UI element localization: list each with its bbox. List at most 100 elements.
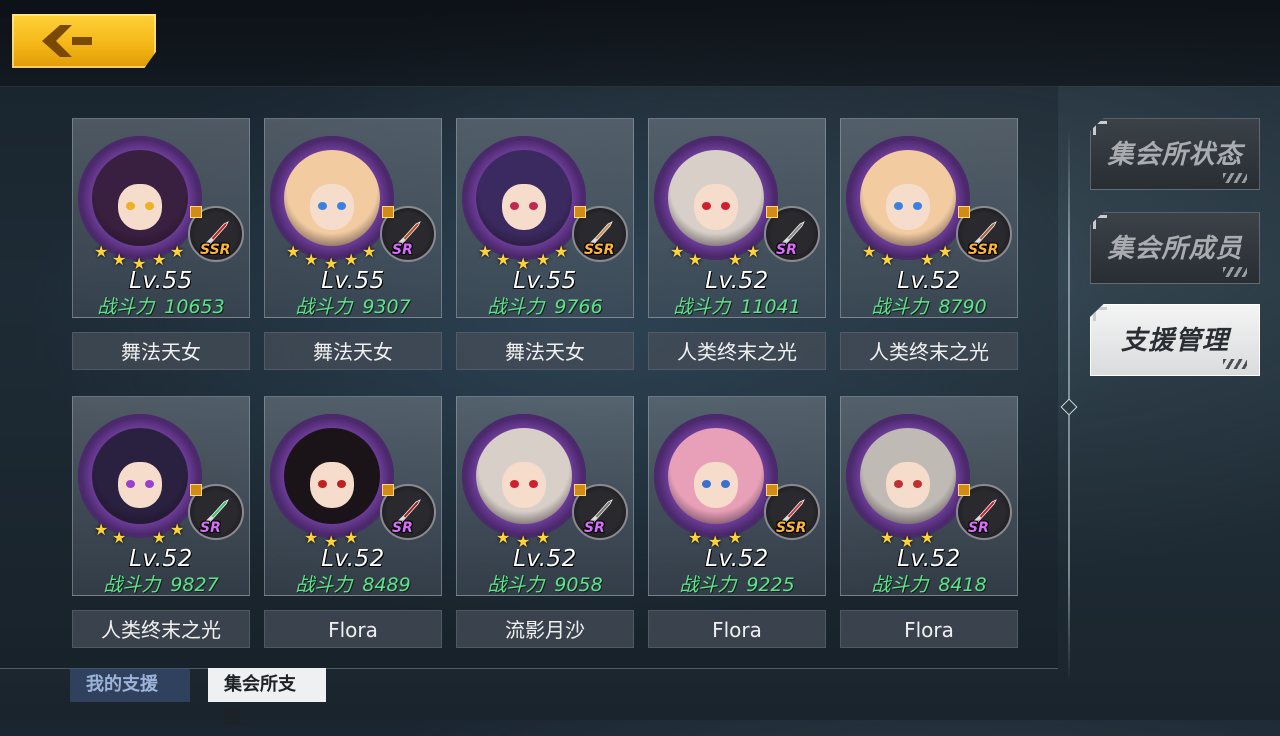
combat-power-label: 战斗力 [487, 574, 545, 596]
equip-marker-icon [766, 206, 778, 218]
rarity-label: SR [392, 242, 413, 258]
tab-club-support[interactable]: 集会所支援 [208, 668, 326, 729]
character-card[interactable]: ★ ★ ★ SR Lv.52 战斗力 8418 [840, 396, 1018, 596]
star-rating: ★ ★ ★ [282, 520, 386, 550]
face [502, 462, 546, 508]
eye [337, 202, 346, 210]
combat-power-label: 战斗力 [97, 296, 155, 318]
star-icon: ★ [344, 250, 359, 269]
side-menu-support-management[interactable]: 支援管理 [1090, 304, 1260, 376]
combat-power-label: 战斗力 [871, 574, 929, 596]
star-icon: ★ [746, 242, 761, 261]
side-menu-label: 集会所状态 [1107, 140, 1243, 170]
player-name-plate: Flora [840, 610, 1018, 648]
combat-power: 战斗力 11041 [648, 292, 826, 319]
star-icon: ★ [920, 528, 935, 547]
character-card[interactable]: ★ ★ ★ SSR Lv.52 战斗力 9225 [648, 396, 826, 596]
character-card[interactable]: ★ ★ ★ SR Lv.52 战斗力 8489 [264, 396, 442, 596]
player-name-plate: 人类终末之光 [648, 332, 826, 370]
character-portrait [476, 150, 572, 246]
star-icon: ★ [304, 528, 319, 547]
character-portrait [860, 428, 956, 524]
star-icon: ★ [304, 250, 319, 269]
equip-marker-icon [574, 206, 586, 218]
side-menu-club-status[interactable]: 集会所状态 [1090, 118, 1260, 190]
side-menu-club-members[interactable]: 集会所成员 [1090, 212, 1260, 284]
character-portrait [92, 150, 188, 246]
divider-diamond [1060, 398, 1078, 416]
equip-marker-icon [382, 206, 394, 218]
eye [337, 480, 346, 488]
eye [702, 202, 711, 210]
star-rating: ★ ★ ★ ★ ★ [282, 242, 386, 272]
star-rating: ★ ★ ★ ★ [858, 242, 962, 268]
combat-power-label: 战斗力 [295, 574, 353, 596]
star-icon: ★ [880, 528, 895, 547]
combat-power-value: 9827 [170, 574, 219, 596]
combat-power-value: 10653 [164, 296, 225, 318]
face [310, 462, 354, 508]
character-card[interactable]: ★ ★ ★ ★ ★ SSR Lv.55 战斗力 10653 [72, 118, 250, 318]
combat-power-value: 8790 [938, 296, 987, 318]
player-name-plate: 舞法天女 [72, 332, 250, 370]
level-label: Lv.55 [129, 268, 193, 294]
combat-power: 战斗力 8790 [840, 292, 1018, 319]
side-menu-label: 支援管理 [1120, 326, 1229, 356]
combat-power-value: 8489 [362, 574, 411, 596]
tab-label: 集会所支援 [224, 674, 296, 729]
star-icon: ★ [880, 250, 895, 269]
eye [894, 202, 903, 210]
character-portrait [860, 150, 956, 246]
combat-power-value: 8418 [938, 574, 987, 596]
player-name-plate: Flora [264, 610, 442, 648]
tab-my-support[interactable]: 我的支援 [70, 668, 190, 702]
rarity-label: SR [392, 520, 413, 536]
character-card[interactable]: ★ ★ ★ ★ SR Lv.52 战斗力 9827 [72, 396, 250, 596]
chevron-left-icon [42, 25, 92, 57]
rarity-label: SR [968, 520, 989, 536]
combat-power: 战斗力 9307 [264, 292, 442, 319]
star-icon: ★ [94, 520, 109, 539]
character-card[interactable]: ★ ★ ★ ★ ★ SSR Lv.55 战斗力 9766 [456, 118, 634, 318]
star-rating: ★ ★ ★ ★ ★ [90, 242, 194, 272]
eye [529, 202, 538, 210]
star-rating: ★ ★ ★ ★ [666, 242, 770, 268]
face [886, 184, 930, 230]
star-icon: ★ [152, 250, 167, 269]
level-label: Lv.52 [705, 268, 769, 294]
star-icon: ★ [112, 528, 127, 547]
face [310, 184, 354, 230]
combat-power: 战斗力 9827 [72, 570, 250, 597]
combat-power: 战斗力 9058 [456, 570, 634, 597]
star-icon: ★ [496, 528, 511, 547]
star-rating: ★ ★ ★ ★ [90, 520, 194, 546]
combat-power-value: 11041 [740, 296, 801, 318]
star-icon: ★ [554, 242, 569, 261]
combat-power-label: 战斗力 [295, 296, 353, 318]
equip-marker-icon [190, 206, 202, 218]
character-card[interactable]: ★ ★ ★ ★ ★ SR Lv.55 战斗力 9307 [264, 118, 442, 318]
eye [913, 202, 922, 210]
player-name-plate: Flora [648, 610, 826, 648]
player-name-plate: 舞法天女 [264, 332, 442, 370]
stripes-decoration [1223, 173, 1247, 183]
eye [510, 202, 519, 210]
combat-power-value: 9058 [554, 574, 603, 596]
corner-decoration [1093, 121, 1107, 135]
character-card[interactable]: ★ ★ ★ ★ SSR Lv.52 战斗力 8790 [840, 118, 1018, 318]
face [694, 184, 738, 230]
star-icon: ★ [536, 250, 551, 269]
character-card[interactable]: ★ ★ ★ ★ SR Lv.52 战斗力 11041 [648, 118, 826, 318]
star-icon: ★ [478, 242, 493, 261]
eye [126, 202, 135, 210]
combat-power-label: 战斗力 [103, 574, 161, 596]
player-name-plate: 舞法天女 [456, 332, 634, 370]
rarity-label: SSR [776, 520, 807, 536]
equip-marker-icon [958, 206, 970, 218]
rarity-label: SR [200, 520, 221, 536]
star-icon: ★ [670, 242, 685, 261]
face [886, 462, 930, 508]
star-icon: ★ [688, 250, 703, 269]
back-button[interactable] [12, 14, 156, 68]
character-card[interactable]: ★ ★ ★ SR Lv.52 战斗力 9058 [456, 396, 634, 596]
